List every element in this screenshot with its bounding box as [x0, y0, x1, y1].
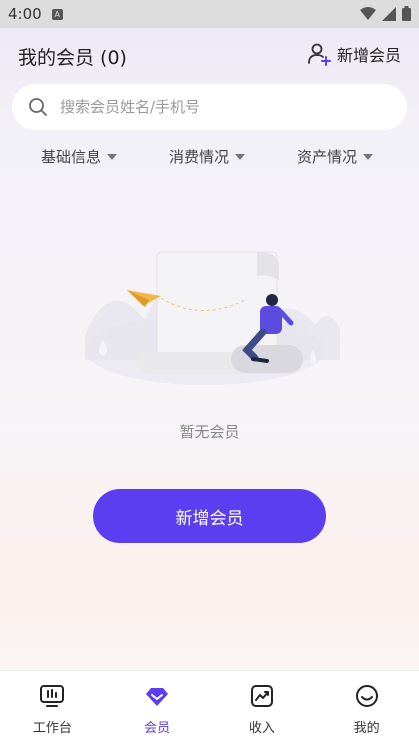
- tab-members[interactable]: 会员: [105, 671, 210, 745]
- status-bar: 4:00 A: [0, 0, 419, 28]
- tab-label: 工作台: [32, 721, 72, 736]
- caret-down-icon: [363, 153, 374, 160]
- notification-icon: A: [51, 8, 63, 20]
- filter-bar: 基础信息 消费情况 资产情况: [0, 146, 419, 172]
- tab-profile[interactable]: 我的: [314, 671, 419, 745]
- filter-consumption[interactable]: 消费情况: [169, 146, 246, 167]
- filter-label: 基础信息: [41, 148, 102, 166]
- add-member-primary-button[interactable]: 新增会员: [93, 489, 326, 543]
- tab-label: 我的: [353, 721, 380, 736]
- empty-state-illustration: [85, 251, 340, 385]
- empty-state-text: 暂无会员: [179, 423, 240, 441]
- add-user-icon: [308, 43, 331, 66]
- header: 我的会员 (0) 新增会员: [0, 28, 419, 84]
- income-icon: [250, 685, 273, 707]
- workbench-icon: [40, 685, 65, 707]
- status-time: 4:00: [8, 5, 42, 23]
- tab-income[interactable]: 收入: [210, 671, 315, 745]
- caret-down-icon: [107, 153, 118, 160]
- caret-down-icon: [235, 153, 246, 160]
- tab-label: 会员: [144, 721, 171, 736]
- add-member-label: 新增会员: [336, 46, 401, 65]
- bottom-tab-bar: 工作台 会员 收入 我的: [0, 670, 419, 745]
- wifi-icon: [360, 6, 376, 20]
- search-input[interactable]: [58, 97, 382, 117]
- member-icon: [146, 688, 169, 706]
- search-icon: [29, 98, 47, 116]
- status-icons: [360, 6, 411, 21]
- tab-workbench[interactable]: 工作台: [0, 671, 105, 745]
- filter-label: 消费情况: [169, 148, 230, 166]
- filter-assets[interactable]: 资产情况: [297, 146, 374, 167]
- tab-label: 收入: [248, 721, 275, 736]
- profile-icon: [355, 685, 378, 707]
- filter-basic-info[interactable]: 基础信息: [41, 146, 118, 167]
- signal-icon: [382, 6, 396, 21]
- search-bar[interactable]: [12, 84, 407, 130]
- page-title: 我的会员 (0): [18, 47, 127, 69]
- add-member-button[interactable]: 新增会员: [307, 42, 401, 66]
- filter-label: 资产情况: [297, 148, 358, 166]
- battery-icon: [402, 6, 411, 21]
